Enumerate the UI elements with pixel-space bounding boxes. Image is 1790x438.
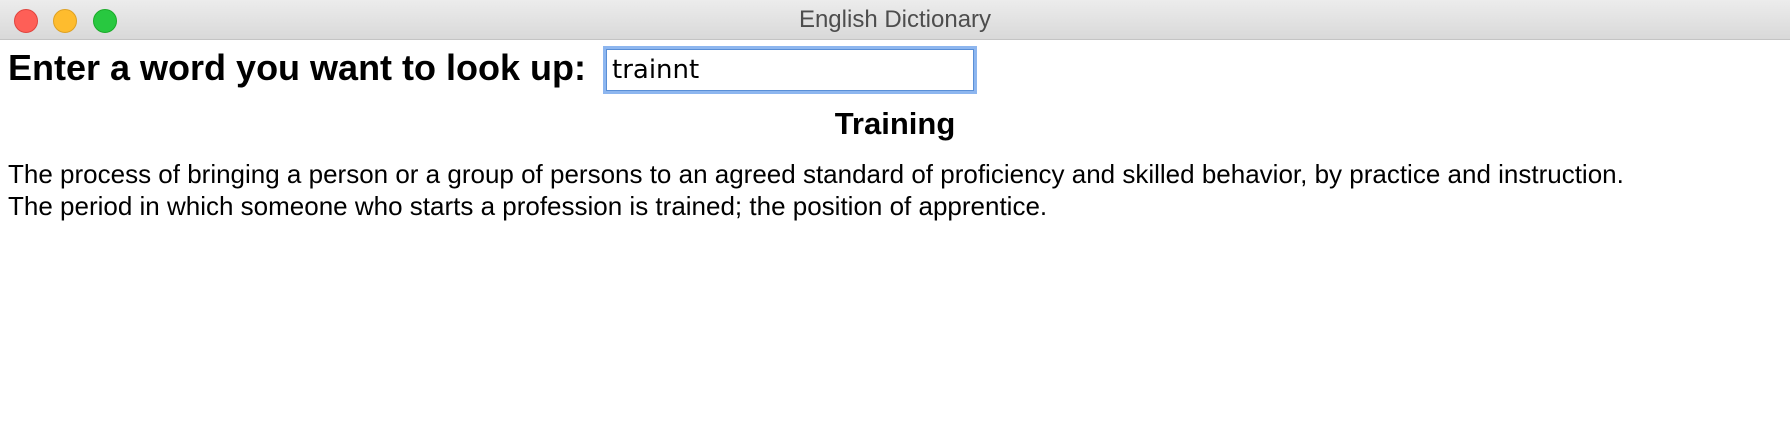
lookup-prompt-label: Enter a word you want to look up: (8, 47, 587, 88)
definition-item: The process of bringing a person or a gr… (8, 159, 1624, 189)
word-search-input[interactable] (603, 46, 977, 94)
window-title: English Dictionary (798, 6, 992, 33)
app-window: English Dictionary Enter a word you want… (0, 0, 1790, 438)
definitions-list: The process of bringing a person or a gr… (8, 158, 1788, 222)
title-bar: English Dictionary (0, 0, 1790, 40)
definition-item: The period in which someone who starts a… (8, 191, 1048, 221)
result-word-title: Training (834, 106, 956, 141)
